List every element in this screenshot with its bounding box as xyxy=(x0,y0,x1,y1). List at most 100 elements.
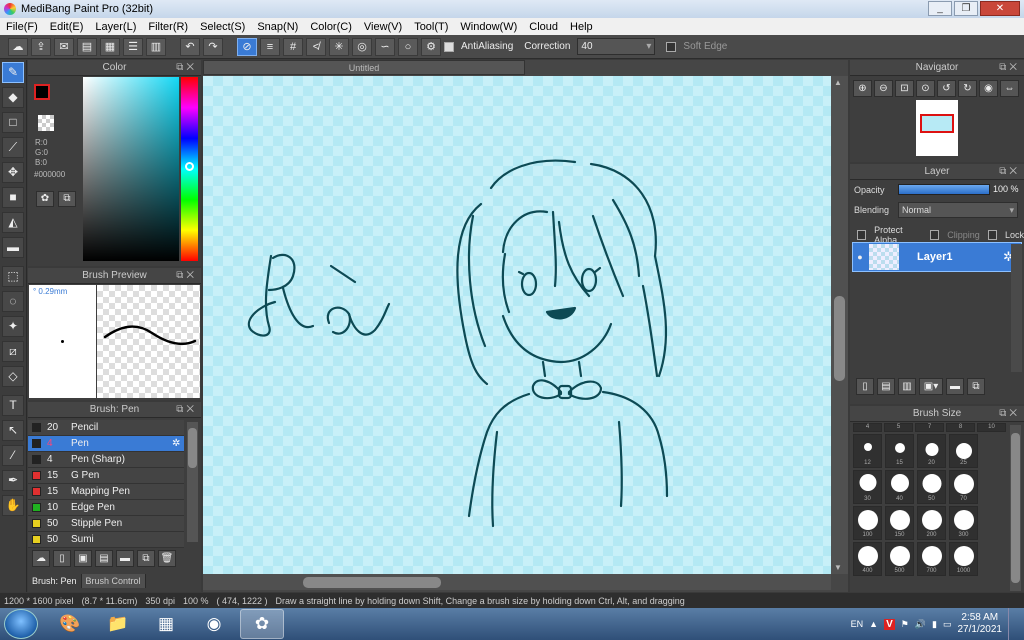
lasso-tool-icon[interactable]: ◌ xyxy=(2,291,24,312)
brush-item-sumi[interactable]: 50 Sumi xyxy=(28,532,184,548)
brush-item-g-pen[interactable]: 15 G Pen xyxy=(28,468,184,484)
tab-brush-pen[interactable]: Brush: Pen xyxy=(28,574,82,588)
menu-cloud[interactable]: Cloud xyxy=(523,21,564,33)
brush-size-cell[interactable]: 400 xyxy=(853,542,882,576)
battery-icon[interactable]: ▭ xyxy=(943,619,952,630)
brush-size-cell[interactable]: 4 xyxy=(853,423,882,432)
brush-size-cell[interactable]: 300 xyxy=(949,506,978,540)
chrome-icon[interactable]: ◉ xyxy=(192,609,236,639)
text-tool-icon[interactable]: T xyxy=(2,395,24,416)
add-layer-dropdown-icon[interactable]: ▣▾ xyxy=(919,378,943,395)
menu-edit[interactable]: Edit(E) xyxy=(44,21,90,33)
office-app-icon[interactable]: ▦ xyxy=(144,609,188,639)
brush-item-pencil[interactable]: 20 Pencil xyxy=(28,420,184,436)
brush-size-cell[interactable]: 12 xyxy=(853,434,882,468)
select-eraser-icon[interactable]: ◇ xyxy=(2,366,24,387)
menu-file[interactable]: File(F) xyxy=(0,21,44,33)
restore-button[interactable]: ❐ xyxy=(954,1,978,16)
menu-tool[interactable]: Tool(T) xyxy=(408,21,454,33)
menu-snap[interactable]: Snap(N) xyxy=(251,21,304,33)
vertical-scroll-thumb[interactable] xyxy=(834,296,845,381)
rotate-left-icon[interactable]: ↺ xyxy=(937,80,956,97)
new-8bit-layer-icon[interactable]: ▥ xyxy=(898,378,916,395)
color-history-icon[interactable]: ⧉ xyxy=(58,191,76,207)
brush-item-edge-pen[interactable]: 10 Edge Pen xyxy=(28,500,184,516)
clipping-checkbox[interactable] xyxy=(930,230,940,240)
menu-filter[interactable]: Filter(R) xyxy=(142,21,194,33)
bucket-tool-icon[interactable]: ◭ xyxy=(2,212,24,233)
brush-item-mapping-pen[interactable]: 15 Mapping Pen xyxy=(28,484,184,500)
foreground-color-swatch[interactable] xyxy=(34,84,50,100)
new-brush-icon[interactable]: ▯ xyxy=(53,550,71,567)
medibang-taskbar-icon[interactable]: ✿ xyxy=(240,609,284,639)
network-icon[interactable]: ▮ xyxy=(932,619,937,630)
brush-size-scrollbar[interactable] xyxy=(1010,425,1021,591)
protect-alpha-checkbox[interactable] xyxy=(857,230,867,240)
brush-size-cell[interactable]: 500 xyxy=(885,542,914,576)
brush-size-cell[interactable]: 15 xyxy=(885,434,914,468)
lock-checkbox[interactable] xyxy=(987,230,997,240)
radial-snap-icon[interactable]: ≮ xyxy=(306,37,326,56)
tile-icon[interactable]: ▥ xyxy=(146,37,166,56)
undo-icon[interactable]: ↶ xyxy=(180,37,200,56)
eyedropper-tool-icon[interactable]: ⁄ xyxy=(2,445,24,466)
brush-properties-icon[interactable]: ▤ xyxy=(95,550,113,567)
tab-brush-control[interactable]: Brush Control xyxy=(81,574,146,588)
scroll-up-icon[interactable]: ▲ xyxy=(834,78,842,87)
correction-select[interactable]: 40 xyxy=(577,38,656,55)
antialiasing-checkbox[interactable] xyxy=(444,41,454,52)
document-tab[interactable]: Untitled xyxy=(203,60,525,75)
snap-settings-icon[interactable]: ⚙ xyxy=(421,37,441,56)
rotate-right-icon[interactable]: ↻ xyxy=(958,80,977,97)
rotate-reset-icon[interactable]: ◉ xyxy=(979,80,998,97)
menu-view[interactable]: View(V) xyxy=(358,21,408,33)
canvas-vertical-scrollbar[interactable]: ▲ ▼ xyxy=(831,76,848,574)
radial-center-icon[interactable]: ✳ xyxy=(329,37,349,56)
saturation-value-picker[interactable] xyxy=(83,77,179,261)
brush-size-cell[interactable]: 7 xyxy=(915,423,944,432)
navigator-thumbnail[interactable] xyxy=(916,100,958,156)
layer-list-scrollbar[interactable] xyxy=(1011,244,1022,372)
duplicate-brush-icon[interactable]: ⧉ xyxy=(137,550,155,567)
share-icon[interactable]: ⇪ xyxy=(31,37,51,56)
panel-controls-icon[interactable]: ⧉✕ xyxy=(176,268,197,283)
circle-snap-icon[interactable]: ○ xyxy=(398,37,418,56)
antivirus-icon[interactable]: V xyxy=(884,618,895,630)
menu-color[interactable]: Color(C) xyxy=(304,21,358,33)
layer-folder-icon[interactable]: ▬ xyxy=(946,378,964,395)
visibility-icon[interactable]: ● xyxy=(853,252,867,262)
brush-size-cell[interactable]: 700 xyxy=(917,542,946,576)
redo-icon[interactable]: ↷ xyxy=(203,37,223,56)
navigator-viewport-frame[interactable] xyxy=(920,114,954,133)
brush-size-cell[interactable]: 70 xyxy=(949,470,978,504)
hand-tool-icon[interactable]: ✋ xyxy=(2,495,24,516)
menu-list-icon[interactable]: ☰ xyxy=(123,37,143,56)
brush-settings-gear-icon[interactable]: ✲ xyxy=(172,438,184,449)
show-desktop-button[interactable] xyxy=(1008,608,1018,640)
tray-expand-icon[interactable]: ▲ xyxy=(869,619,878,629)
language-indicator[interactable]: EN xyxy=(851,619,864,629)
pen-tool-icon[interactable]: ✒ xyxy=(2,470,24,491)
menu-select[interactable]: Select(S) xyxy=(194,21,251,33)
operation-tool-icon[interactable]: ↖ xyxy=(2,420,24,441)
panel-controls-icon[interactable]: ⧉✕ xyxy=(999,164,1020,179)
start-button[interactable] xyxy=(4,609,38,639)
brush-size-cell[interactable]: 50 xyxy=(917,470,946,504)
layer-panel-toggle-icon[interactable]: ▤ xyxy=(77,37,97,56)
paint-app-icon[interactable]: 🎨 xyxy=(48,609,92,639)
select-pen-icon[interactable]: ⧄ xyxy=(2,341,24,362)
panel-controls-icon[interactable]: ⧉✕ xyxy=(176,60,197,75)
brush-list-scrollbar[interactable] xyxy=(187,422,198,542)
brush-size-cell[interactable]: 25 xyxy=(949,434,978,468)
comment-icon[interactable]: ✉ xyxy=(54,37,74,56)
menu-window[interactable]: Window(W) xyxy=(454,21,523,33)
zoom-actual-icon[interactable]: ⊙ xyxy=(916,80,935,97)
transparent-color-swatch[interactable] xyxy=(38,115,54,131)
brush-size-cell[interactable]: 100 xyxy=(853,506,882,540)
duplicate-layer-icon[interactable]: ⧉ xyxy=(967,378,985,395)
menu-help[interactable]: Help xyxy=(564,21,599,33)
dot-tool-icon[interactable]: □ xyxy=(2,112,24,133)
brush-size-cell[interactable]: 20 xyxy=(917,434,946,468)
new-layer-icon[interactable]: ▯ xyxy=(856,378,874,395)
delete-brush-icon[interactable]: 🗑 xyxy=(158,550,176,567)
